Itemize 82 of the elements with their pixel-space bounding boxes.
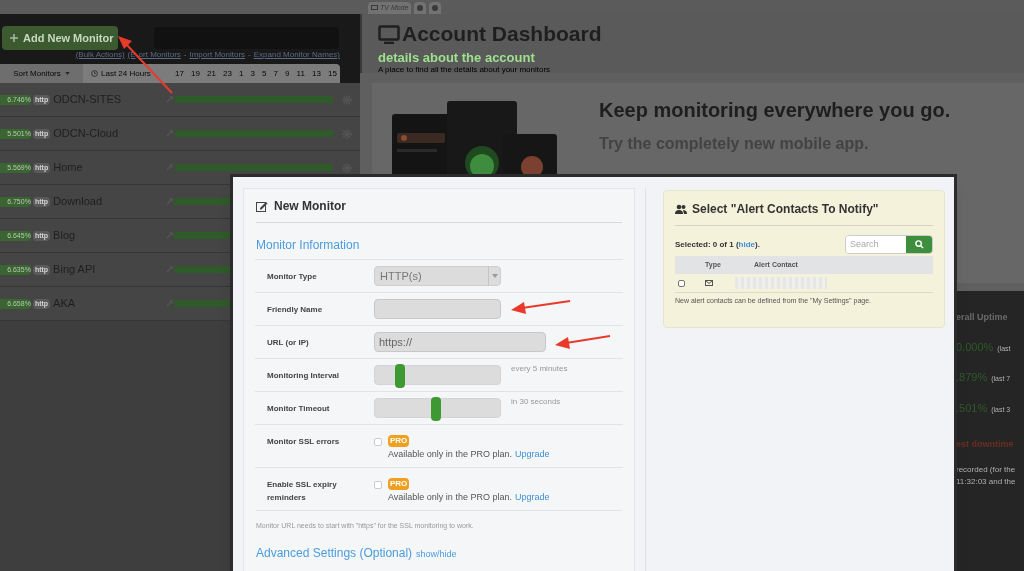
sidebar-link[interactable]: ort Monitors bbox=[138, 49, 181, 61]
hour-label: 13 bbox=[312, 67, 321, 80]
hour-label: 15 bbox=[327, 67, 337, 80]
link-icon bbox=[164, 299, 174, 308]
slider-track[interactable] bbox=[374, 398, 501, 418]
edit-icon bbox=[256, 200, 268, 212]
text-field[interactable] bbox=[374, 299, 501, 319]
hour-label: 11 bbox=[296, 67, 305, 80]
checkbox[interactable] bbox=[374, 438, 382, 446]
caret-icon bbox=[64, 72, 70, 75]
field-label: URL (or IP) bbox=[266, 336, 310, 349]
page-description: A place to find all the details about your monitors bbox=[378, 65, 552, 75]
upgrade-link[interactable]: Upgrade bbox=[514, 490, 550, 504]
monitor-icon bbox=[378, 24, 400, 44]
page-title: Account Dashboard bbox=[402, 21, 602, 47]
panel-heading: erall Uptime bbox=[956, 311, 1009, 324]
pro-badge: PRO bbox=[388, 478, 410, 490]
alerts-title: Select "Alert Contacts To Notify" bbox=[692, 201, 879, 218]
hour-label: 5 bbox=[262, 67, 267, 80]
slider-thumb[interactable] bbox=[395, 364, 405, 388]
pro-note: Available only in the PRO plan. bbox=[388, 448, 512, 461]
selected-count: ). bbox=[755, 238, 760, 251]
add-monitor-button[interactable]: Add New Monitor bbox=[2, 26, 118, 50]
upgrade-link[interactable]: Upgrade bbox=[514, 447, 550, 461]
caret-icon bbox=[491, 274, 498, 278]
field-label: Monitor Type bbox=[266, 270, 318, 283]
slider-track[interactable] bbox=[374, 365, 501, 385]
downtime-text: recorded (for the bbox=[956, 463, 1017, 476]
panel-heading: est downtime bbox=[956, 438, 1015, 451]
hour-label: 1 bbox=[238, 67, 244, 80]
section-heading: Advanced Settings (Optional) bbox=[256, 544, 413, 562]
hour-label: 9 bbox=[285, 67, 290, 80]
selected-count: Selected: 0 of 1 ( bbox=[675, 238, 739, 251]
field-label: Monitoring Interval bbox=[266, 369, 340, 382]
hour-label: 17 bbox=[175, 67, 184, 80]
hour-label: 23 bbox=[222, 67, 232, 80]
field-label: Friendly Name bbox=[266, 303, 324, 316]
separator: - bbox=[183, 49, 187, 61]
slider-thumb[interactable] bbox=[431, 397, 442, 421]
field-label: Monitor Timeout bbox=[266, 402, 331, 415]
search-icon bbox=[914, 240, 924, 249]
checkbox[interactable] bbox=[678, 279, 685, 287]
gear-icon[interactable] bbox=[340, 161, 353, 174]
field-label: Enable SSL expiry reminders bbox=[266, 479, 338, 504]
search-field[interactable]: Search bbox=[845, 235, 933, 254]
annotation-arrow bbox=[511, 300, 571, 314]
hour-label: 3 bbox=[250, 67, 255, 80]
text-field[interactable]: https:// bbox=[374, 332, 546, 352]
dialog-title: New Monitor bbox=[274, 198, 346, 215]
slider-reading: every 5 minutes bbox=[511, 363, 568, 375]
link-icon bbox=[164, 231, 174, 240]
promo-title: Keep monitoring everywhere you go. bbox=[599, 98, 951, 122]
clock-icon bbox=[91, 70, 98, 77]
page-subtitle: details about the account bbox=[378, 50, 536, 65]
slider-reading: in 30 seconds bbox=[511, 396, 561, 408]
separator: - bbox=[248, 49, 251, 61]
show-hide-link[interactable]: show/hide bbox=[416, 547, 457, 561]
downtime-text: 11:32:03 and the bbox=[956, 475, 1017, 488]
link-icon bbox=[164, 265, 174, 274]
field-label: Monitor SSL errors bbox=[266, 436, 341, 448]
checkbox[interactable] bbox=[374, 481, 382, 489]
link-icon bbox=[165, 129, 175, 138]
sidebar-link[interactable]: (Bulk Actions) bbox=[75, 49, 125, 61]
plus-icon bbox=[10, 34, 18, 42]
sidebar-link[interactable]: Import Monitors bbox=[189, 49, 246, 61]
sort-monitors-button[interactable]: Sort Monitors bbox=[0, 64, 83, 83]
time-period: Last 24 Hours bbox=[83, 67, 175, 80]
pro-badge: PRO bbox=[388, 435, 410, 447]
section-heading: Monitor Information bbox=[256, 237, 361, 254]
link-icon bbox=[164, 197, 174, 206]
pro-note: Available only in the PRO plan. bbox=[388, 491, 512, 504]
envelope-icon bbox=[705, 280, 713, 286]
users-icon bbox=[675, 204, 687, 214]
link-icon bbox=[165, 163, 175, 172]
monitor-icon bbox=[371, 5, 378, 11]
hour-label: 21 bbox=[206, 67, 216, 80]
annotation-arrow bbox=[555, 335, 611, 349]
sidebar-link[interactable]: Expand Monitor Names) bbox=[253, 49, 340, 61]
link-icon bbox=[165, 95, 175, 104]
hour-label: 7 bbox=[273, 67, 278, 80]
hour-label: 19 bbox=[191, 67, 200, 80]
monitor-type-select[interactable]: HTTP(s) bbox=[374, 266, 501, 286]
